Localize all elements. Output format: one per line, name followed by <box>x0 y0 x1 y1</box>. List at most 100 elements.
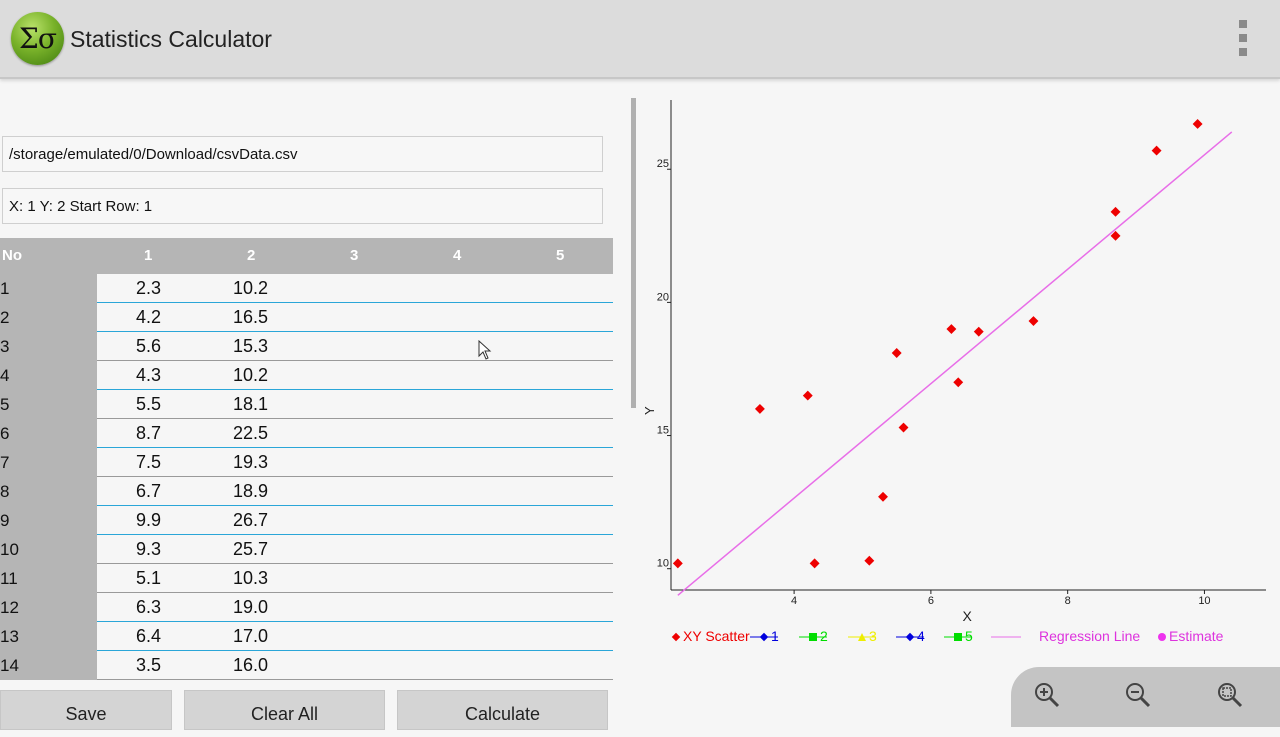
table-row[interactable]: 11 5.1 10.3 <box>0 564 613 593</box>
cell-col-2: 17.0 <box>233 626 269 646</box>
row-number: 10 <box>0 535 97 564</box>
file-path-field[interactable]: /storage/emulated/0/Download/csvData.csv <box>2 136 603 172</box>
overflow-dot <box>1239 34 1247 42</box>
cell-col-2: 19.0 <box>233 597 269 617</box>
y-tick-label: 15 <box>657 425 669 437</box>
cell-col-1: 6.4 <box>136 626 162 646</box>
cell-col-2: 26.7 <box>233 510 269 530</box>
overflow-menu-icon[interactable] <box>1236 20 1250 56</box>
cell-col-2: 16.5 <box>233 307 269 327</box>
table-row[interactable]: 2 4.2 16.5 <box>0 303 613 332</box>
mouse-cursor-icon <box>478 340 492 360</box>
row-number: 14 <box>0 651 97 680</box>
zoom-in-icon[interactable] <box>1034 682 1060 708</box>
legend-marker <box>809 633 817 641</box>
chart-axes: 4 6 8 10 10 15 20 25 X Y <box>642 100 1266 624</box>
scatter-point <box>754 403 765 414</box>
scatter-chart: 4 6 8 10 10 15 20 25 X Y XY Scatter 1 2 3 4 5 Regressio… <box>642 100 1266 644</box>
cell-col-1: 9.9 <box>136 510 162 530</box>
row-number: 7 <box>0 448 97 477</box>
scatter-point <box>953 377 964 388</box>
scatter-point <box>973 326 984 337</box>
table-row[interactable]: 12 6.3 19.0 <box>0 593 613 622</box>
scatter-point <box>878 491 888 502</box>
legend-marker <box>671 632 681 642</box>
legend-label: Regression Line <box>1039 628 1140 644</box>
scatter-points-layer <box>672 119 1203 569</box>
columns-config-field[interactable]: X: 1 Y: 2 Start Row: 1 <box>2 188 603 224</box>
data-table: No 1 2 3 4 5 1 2.3 10.2 2 4.2 16.5 3 5.6 15.3 4 4.… <box>0 238 613 680</box>
table-row[interactable]: 1 2.3 10.2 <box>0 274 613 303</box>
cell-col-1: 4.3 <box>136 365 162 385</box>
zoom-reset-icon[interactable] <box>1217 682 1243 708</box>
row-number: 3 <box>0 332 97 361</box>
scatter-point <box>1192 119 1203 129</box>
table-row[interactable]: 13 6.4 17.0 <box>0 622 613 651</box>
legend-marker <box>1158 633 1166 641</box>
table-row[interactable]: 3 5.6 15.3 <box>0 332 613 361</box>
table-row[interactable]: 10 9.3 25.7 <box>0 535 613 564</box>
cell-col-2: 22.5 <box>233 423 269 443</box>
row-number: 9 <box>0 506 97 535</box>
app-logo-icon: Σσ <box>11 12 64 65</box>
table-row[interactable]: 9 9.9 26.7 <box>0 506 613 535</box>
cell-col-2: 10.3 <box>233 568 269 588</box>
table-row[interactable]: 8 6.7 18.9 <box>0 477 613 506</box>
regression-line-layer <box>677 131 1233 596</box>
y-tick-label: 25 <box>657 158 669 170</box>
y-tick-label: 20 <box>657 291 669 303</box>
row-number: 13 <box>0 622 97 651</box>
app-title: Statistics Calculator <box>70 26 272 52</box>
zoom-out-icon[interactable] <box>1125 682 1151 708</box>
y-axis-label: Y <box>642 406 657 415</box>
cell-col-1: 5.6 <box>136 336 162 356</box>
table-scrollbar[interactable] <box>631 98 636 408</box>
scatter-point <box>864 555 875 566</box>
table-row[interactable]: 4 4.3 10.2 <box>0 361 613 390</box>
row-number: 11 <box>0 564 97 593</box>
row-number: 4 <box>0 361 97 390</box>
legend-label: 5 <box>965 628 973 644</box>
header-col-5: 5 <box>556 247 565 264</box>
cell-col-1: 4.2 <box>136 307 162 327</box>
cell-col-1: 6.7 <box>136 481 162 501</box>
cell-col-2: 10.2 <box>233 278 269 298</box>
scatter-point <box>809 558 820 569</box>
scatter-point <box>672 558 683 569</box>
legend-label: Estimate <box>1169 628 1224 644</box>
scatter-point <box>1151 145 1162 156</box>
cell-col-2: 15.3 <box>233 336 269 356</box>
table-body: 1 2.3 10.2 2 4.2 16.5 3 5.6 15.3 4 4.3 10.2 5 5.5 18.1… <box>0 274 613 680</box>
cell-col-2: 18.9 <box>233 481 269 501</box>
x-tick-label: 10 <box>1198 595 1210 607</box>
cell-col-1: 2.3 <box>136 278 162 298</box>
header-col-2: 2 <box>247 247 256 264</box>
table-header: No 1 2 3 4 5 <box>0 238 613 274</box>
row-number: 6 <box>0 419 97 448</box>
table-row[interactable]: 14 3.5 16.0 <box>0 651 613 680</box>
chart-legend: XY Scatter 1 2 3 4 5 Regression Line Estimate <box>671 628 1224 644</box>
scatter-point <box>946 324 957 334</box>
cell-col-2: 18.1 <box>233 394 269 414</box>
legend-label: 4 <box>917 628 925 644</box>
row-number: 2 <box>0 303 97 332</box>
scatter-point <box>1110 206 1121 217</box>
zoom-toolbar <box>1011 667 1280 727</box>
clear-all-button[interactable]: Clear All <box>184 690 385 730</box>
calculate-button[interactable]: Calculate <box>397 690 608 730</box>
cell-col-2: 10.2 <box>233 365 269 385</box>
cell-col-1: 5.1 <box>136 568 162 588</box>
table-row[interactable]: 5 5.5 18.1 <box>0 390 613 419</box>
cell-col-2: 19.3 <box>233 452 269 472</box>
row-number: 12 <box>0 593 97 622</box>
cell-col-1: 6.3 <box>136 597 162 617</box>
legend-label: 2 <box>820 628 828 644</box>
legend-marker <box>759 632 769 642</box>
header-no: No <box>2 247 22 264</box>
legend-marker <box>954 633 962 641</box>
overflow-dot <box>1239 48 1247 56</box>
x-tick-label: 8 <box>1065 595 1071 607</box>
table-row[interactable]: 6 8.7 22.5 <box>0 419 613 448</box>
table-row[interactable]: 7 7.5 19.3 <box>0 448 613 477</box>
save-button[interactable]: Save <box>0 690 172 730</box>
